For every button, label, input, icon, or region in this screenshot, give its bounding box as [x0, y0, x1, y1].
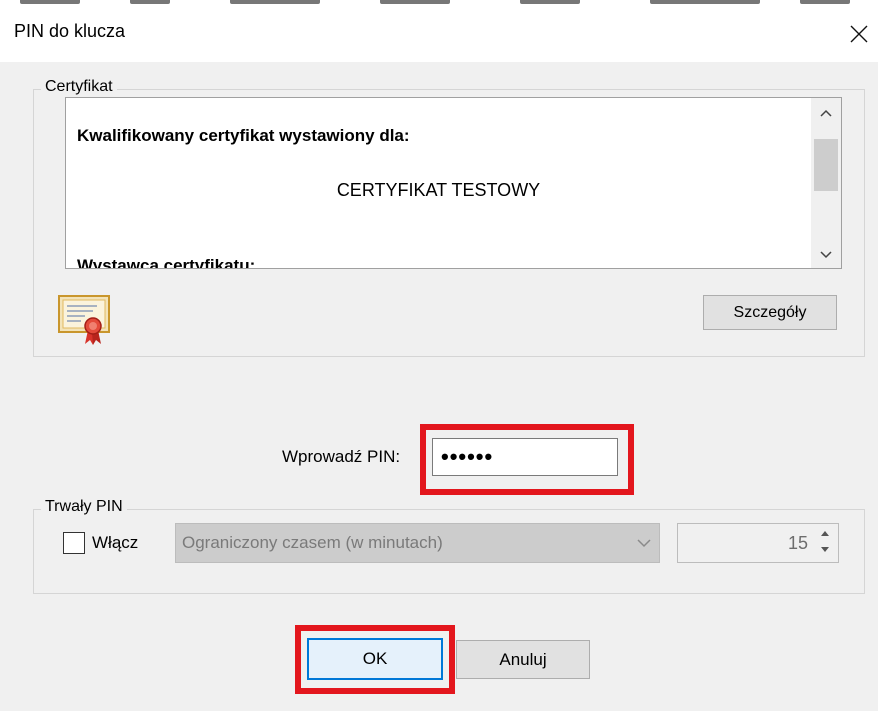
ok-button-highlight	[295, 625, 455, 694]
minutes-decrement-button[interactable]	[814, 543, 836, 560]
close-icon	[850, 25, 868, 43]
triangle-down-icon	[821, 547, 829, 552]
cancel-button[interactable]: Anuluj	[456, 640, 590, 679]
dialog-title: PIN do klucza	[14, 21, 126, 41]
chevron-down-icon	[820, 251, 832, 259]
certificate-info-box: Kwalifikowany certyfikat wystawiony dla:…	[65, 97, 842, 269]
scroll-thumb[interactable]	[814, 139, 838, 191]
pin-label: Wprowadź PIN:	[282, 447, 401, 466]
certificate-subject-name: CERTYFIKAT TESTOWY	[336, 180, 541, 200]
certificate-issuer-heading: Wystawca certyfikatu:	[77, 256, 256, 269]
scroll-down-button[interactable]	[811, 240, 841, 268]
enable-persistent-pin-label: Włącz	[92, 533, 139, 552]
minutes-increment-button[interactable]	[814, 526, 836, 543]
minutes-value: 15	[787, 533, 808, 553]
title-bar: PIN do klucza	[0, 6, 878, 62]
chevron-up-icon	[820, 109, 832, 117]
persistent-pin-mode-value: Ograniczony czasem (w minutach)	[182, 533, 443, 552]
persistent-pin-group-label: Trwały PIN	[41, 498, 127, 516]
certificate-icon	[58, 295, 110, 345]
certificate-subject-heading: Kwalifikowany certyfikat wystawiony dla:	[77, 126, 410, 145]
certificate-scrollbar[interactable]	[811, 98, 841, 268]
certificate-group-label: Certyfikat	[41, 78, 117, 96]
details-button[interactable]: Szczegóły	[703, 295, 837, 330]
close-button[interactable]	[842, 16, 876, 52]
enable-persistent-pin-checkbox[interactable]	[63, 532, 85, 554]
triangle-up-icon	[821, 531, 829, 536]
chevron-down-icon	[637, 524, 651, 576]
pin-input-highlight	[420, 424, 634, 495]
scroll-up-button[interactable]	[811, 98, 841, 126]
persistent-pin-mode-select[interactable]: Ograniczony czasem (w minutach)	[175, 523, 660, 563]
minutes-spinner[interactable]: 15	[677, 523, 839, 563]
